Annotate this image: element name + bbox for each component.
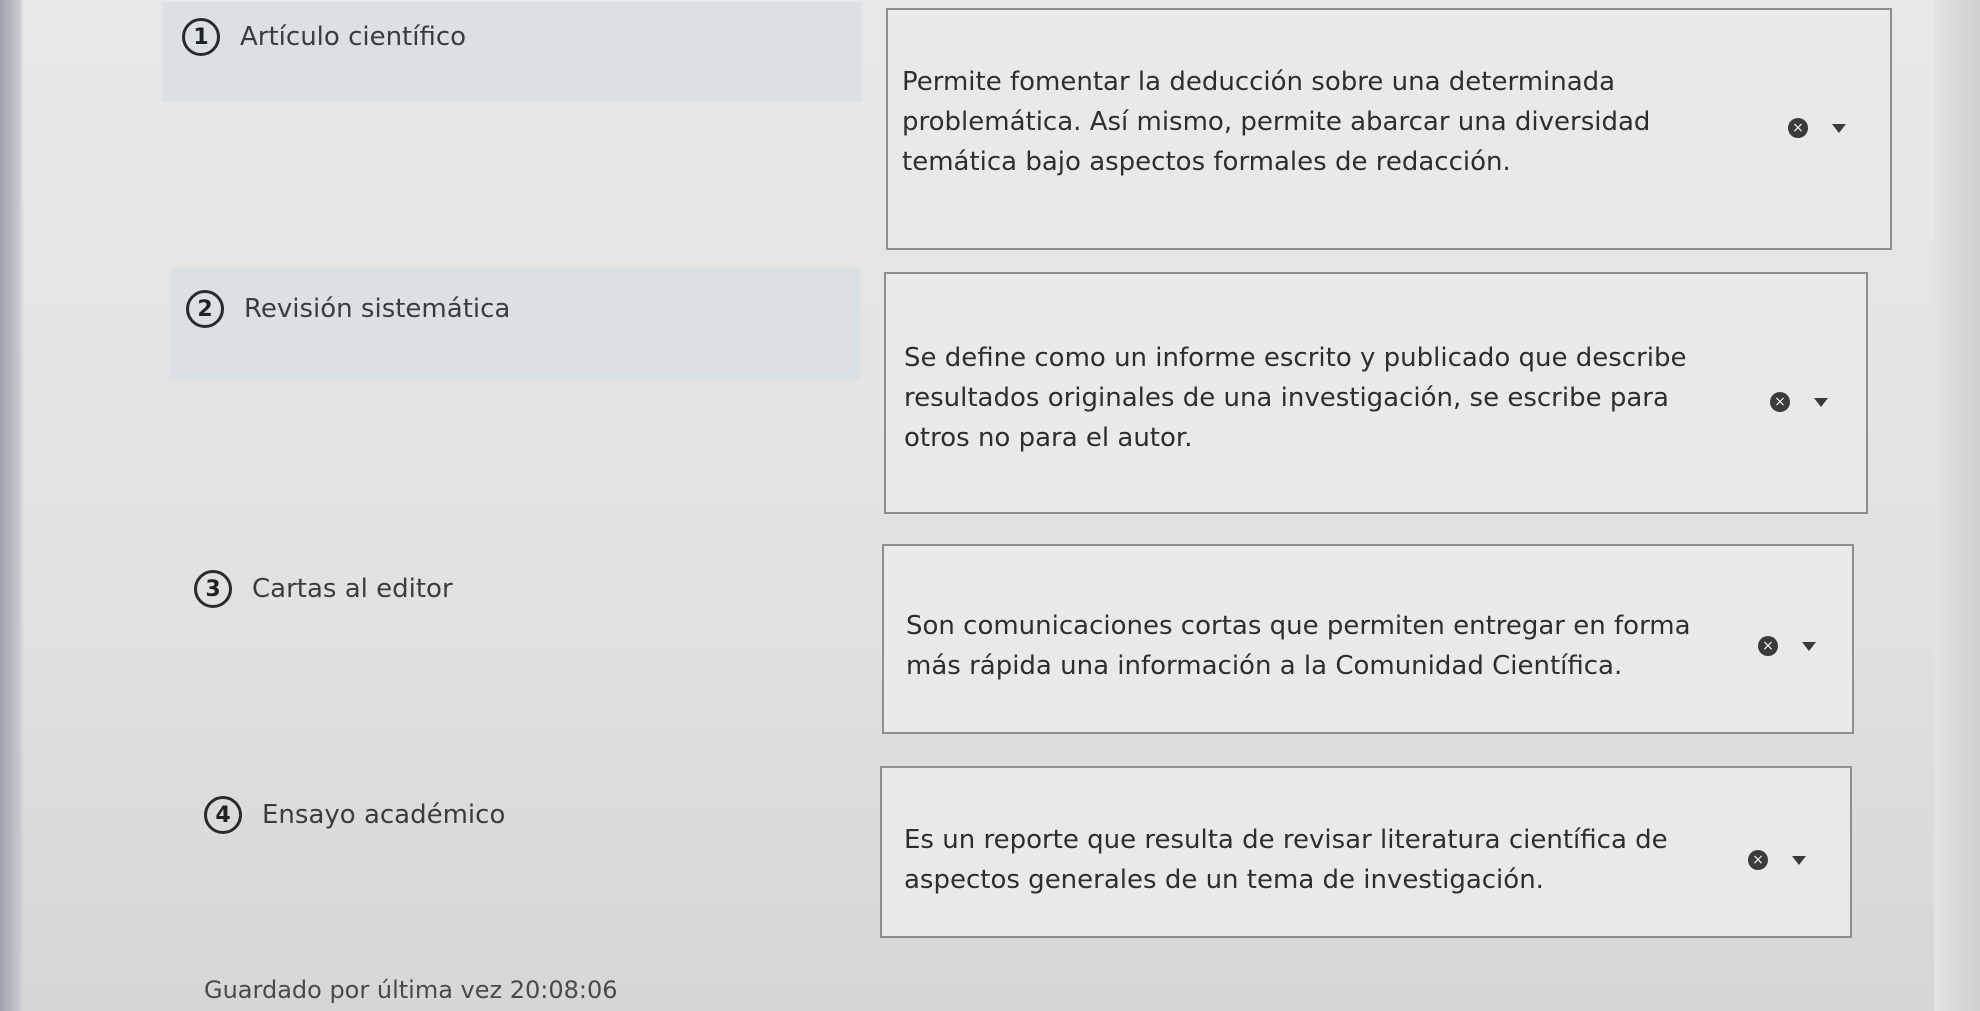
term-3: 3 Cartas al editor (194, 570, 453, 608)
answer-line: aspectos generales de un tema de investi… (904, 865, 1544, 895)
answer-line: problemática. Así mismo, permite abarcar… (902, 107, 1651, 137)
last-saved-label: Guardado por última vez (204, 976, 503, 1004)
last-saved-time: 20:08:06 (509, 976, 618, 1004)
answer-text-4: Es un reporte que resulta de revisar lit… (904, 820, 1668, 900)
term-1: 1 Artículo científico (182, 18, 466, 56)
answer-controls-4: × (1748, 850, 1806, 870)
quiz-page: 1 Artículo científico Permite fomentar l… (0, 0, 1980, 1011)
clear-icon[interactable]: × (1788, 118, 1808, 138)
clear-icon[interactable]: × (1748, 850, 1768, 870)
chevron-down-icon[interactable] (1802, 641, 1816, 651)
answer-line: Se define como un informe escrito y publ… (904, 343, 1687, 373)
term-label-3: Cartas al editor (252, 574, 453, 604)
answer-line: Permite fomentar la deducción sobre una … (902, 67, 1616, 97)
term-number-3: 3 (194, 570, 232, 608)
answer-line: otros no para el autor. (904, 423, 1193, 453)
answer-controls-1: × (1788, 118, 1846, 138)
term-number-2: 2 (186, 290, 224, 328)
term-label-4: Ensayo académico (262, 800, 506, 830)
answer-controls-2: × (1770, 392, 1828, 412)
answer-text-1: Permite fomentar la deducción sobre una … (902, 62, 1650, 182)
answer-text-2: Se define como un informe escrito y publ… (904, 338, 1687, 458)
last-saved-status: Guardado por última vez 20:08:06 (204, 976, 618, 1004)
answer-line: resultados originales de una investigaci… (904, 383, 1669, 413)
clear-icon[interactable]: × (1770, 392, 1790, 412)
term-2: 2 Revisión sistemática (186, 290, 510, 328)
answer-controls-3: × (1758, 636, 1816, 656)
answer-line: Son comunicaciones cortas que permiten e… (906, 611, 1691, 641)
chevron-down-icon[interactable] (1792, 855, 1806, 865)
term-label-2: Revisión sistemática (244, 294, 511, 324)
term-label-1: Artículo científico (240, 22, 467, 52)
answer-line: temática bajo aspectos formales de redac… (902, 147, 1511, 177)
term-4: 4 Ensayo académico (204, 796, 505, 834)
term-number-4: 4 (204, 796, 242, 834)
right-edge-shadow (1934, 0, 1980, 1011)
left-edge-shadow (0, 0, 24, 1011)
term-number-1: 1 (182, 18, 220, 56)
answer-line: Es un reporte que resulta de revisar lit… (904, 825, 1668, 855)
clear-icon[interactable]: × (1758, 636, 1778, 656)
chevron-down-icon[interactable] (1832, 123, 1846, 133)
answer-line: más rápida una información a la Comunida… (906, 651, 1623, 681)
chevron-down-icon[interactable] (1814, 397, 1828, 407)
answer-text-3: Son comunicaciones cortas que permiten e… (906, 606, 1691, 686)
